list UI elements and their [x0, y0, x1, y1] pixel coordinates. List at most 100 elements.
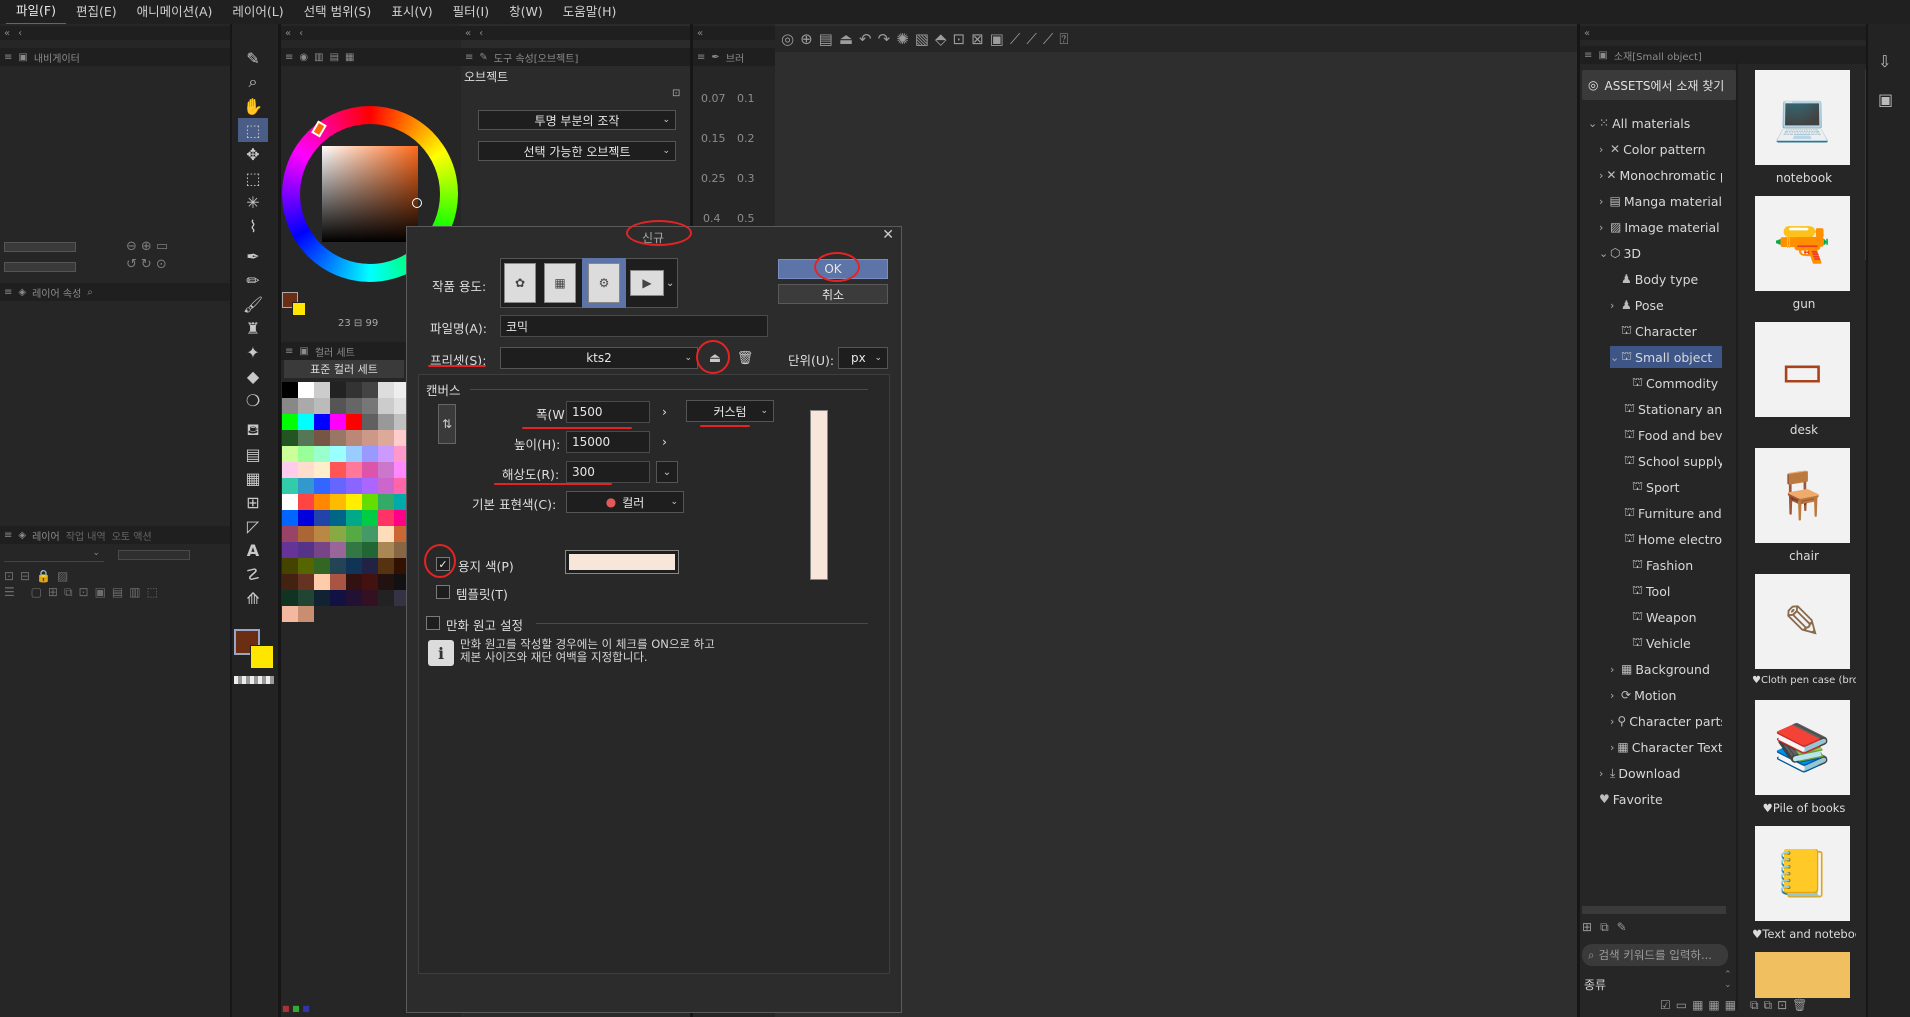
color-swatch[interactable] — [362, 590, 378, 606]
menu-lines-icon[interactable]: ≡ — [285, 52, 293, 63]
color-swatch[interactable] — [378, 446, 394, 462]
color-swatch[interactable] — [378, 462, 394, 478]
usage-animation-icon[interactable]: ▶ — [630, 270, 664, 296]
download-panel-icon[interactable]: ⇩ — [1878, 52, 1891, 71]
material-thumbnail[interactable]: 💻 — [1755, 70, 1850, 165]
resolution-input[interactable]: 300 — [566, 461, 650, 483]
tree-item[interactable]: ⌄ ⁙ All materials — [1588, 112, 1722, 134]
color-slider-tab-icon[interactable]: ▥ — [314, 52, 323, 63]
navigator-tab[interactable]: 내비게이터 — [34, 50, 80, 65]
color-swatch[interactable] — [282, 574, 298, 590]
color-swatch[interactable] — [346, 542, 362, 558]
collapse-icon[interactable]: « — [465, 28, 471, 39]
usage-webtoon-icon[interactable]: ⚙ — [582, 258, 626, 308]
text-tool-icon[interactable]: A — [238, 538, 268, 562]
color-swatch[interactable] — [346, 478, 362, 494]
brush-size-value[interactable]: 0.1 — [737, 92, 755, 105]
tree-item[interactable]: ⛫ Vehicle — [1621, 632, 1722, 654]
chevron-right-icon[interactable]: › — [1599, 169, 1603, 182]
color-swatch[interactable] — [362, 414, 378, 430]
tree-item[interactable]: ⛫ Character — [1610, 320, 1722, 342]
materials-tab[interactable]: 소재[Small object] — [1614, 48, 1702, 63]
color-swatch[interactable] — [282, 478, 298, 494]
color-swatch[interactable] — [362, 398, 378, 414]
color-swatch[interactable] — [378, 414, 394, 430]
paper-color-swatch[interactable] — [565, 550, 679, 574]
brush-size-value[interactable]: 0.15 — [701, 132, 726, 145]
lock-icon[interactable]: ⊡⊟🔒▨ — [4, 569, 74, 583]
color-swatch[interactable] — [362, 558, 378, 574]
color-swatch[interactable] — [282, 494, 298, 510]
color-swatch[interactable] — [378, 398, 394, 414]
preset-select[interactable]: kts2 ⌄ — [500, 347, 698, 369]
color-swatch[interactable] — [298, 414, 314, 430]
tree-item[interactable]: ⛫ Sport — [1621, 476, 1722, 498]
new-file-icon[interactable]: ⊕ — [800, 30, 813, 48]
tree-item[interactable]: › ▦ Character Textu — [1610, 736, 1722, 758]
color-swatch[interactable] — [362, 494, 378, 510]
color-swatch[interactable] — [362, 478, 378, 494]
reset-icon[interactable]: ⊙ — [156, 257, 171, 272]
color-swatch[interactable] — [330, 446, 346, 462]
selection-tool-icon[interactable]: ⬚ — [238, 166, 268, 190]
arrow-left-icon[interactable]: ‹ — [18, 28, 22, 39]
chevron-right-icon[interactable]: › — [1610, 663, 1618, 676]
tree-item[interactable]: ⌄ ⬡ 3D — [1599, 242, 1722, 264]
navigator-zoom-slider[interactable] — [4, 242, 76, 252]
brush-size-value[interactable]: 0.4 — [703, 212, 721, 225]
view-list-icon[interactable]: ☑▭▦▦▦ — [1660, 998, 1741, 1012]
fill-icon[interactable]: ⛾ — [238, 418, 268, 442]
color-swatch[interactable] — [314, 558, 330, 574]
redo-icon[interactable]: ↷ — [878, 30, 891, 48]
color-swatch[interactable] — [314, 590, 330, 606]
open-icon[interactable]: ▤ — [819, 30, 833, 48]
usage-comic-icon[interactable]: ▦ — [544, 263, 576, 303]
color-swatch[interactable] — [330, 414, 346, 430]
color-swatch[interactable] — [298, 382, 314, 398]
color-swatch[interactable] — [378, 382, 394, 398]
filename-input[interactable]: 코믹 — [500, 315, 768, 337]
layer-ops-icon[interactable]: ☰ ▢⊞⧉⊡▣▤▥⬚ — [4, 585, 164, 599]
brush-icon[interactable]: 🖌 — [238, 292, 268, 316]
chevron-right-icon[interactable]: › — [1610, 715, 1614, 728]
color-swatch[interactable] — [298, 430, 314, 446]
chevron-down-icon[interactable]: ⌄ — [666, 278, 674, 289]
color-set-tab[interactable]: 컬러 세트 — [315, 344, 355, 359]
hand-tool-icon[interactable]: ✋ — [238, 94, 268, 118]
saturation-value-square[interactable] — [322, 146, 418, 242]
invert-icon[interactable]: ▣ — [990, 30, 1004, 48]
custom-size-select[interactable]: 커스텀 ⌄ — [686, 400, 774, 422]
resolution-dropdown[interactable]: ⌄ — [656, 461, 678, 483]
color-swatch[interactable] — [298, 526, 314, 542]
figure-icon[interactable]: ▦ — [238, 466, 268, 490]
close-icon[interactable]: ✕ — [882, 227, 894, 243]
lock-icon[interactable]: ⊡ — [672, 88, 680, 99]
material-thumbnail[interactable]: 🪑 — [1755, 448, 1850, 543]
layer-tab[interactable]: 레이어 — [32, 528, 60, 543]
material-thumbnail[interactable]: 📚 — [1755, 700, 1850, 795]
color-swatch[interactable] — [346, 574, 362, 590]
decoration-icon[interactable]: ✦ — [238, 340, 268, 364]
color-swatch[interactable] — [346, 382, 362, 398]
tree-item[interactable]: › ▨ Image material — [1599, 216, 1722, 238]
material-thumbnail[interactable] — [1755, 952, 1850, 998]
color-swatch[interactable] — [314, 574, 330, 590]
menu-lines-icon[interactable]: ≡ — [697, 52, 705, 63]
color-swatch[interactable] — [314, 478, 330, 494]
correction-icon[interactable]: ⟰ — [238, 586, 268, 610]
zoom-tool-icon[interactable]: ⌕ — [238, 70, 268, 94]
color-swatch[interactable] — [298, 590, 314, 606]
color-swatch[interactable] — [282, 382, 298, 398]
color-swatch[interactable] — [330, 462, 346, 478]
color-swatch[interactable] — [298, 606, 314, 622]
menu-edit[interactable]: 편집(E) — [66, 0, 127, 24]
color-swatch[interactable] — [378, 590, 394, 606]
color-swatch[interactable] — [346, 494, 362, 510]
navigator-rotate-slider[interactable] — [4, 262, 76, 272]
swap-size-icon[interactable]: ⇅ — [438, 404, 456, 444]
color-swatch[interactable] — [330, 398, 346, 414]
tree-item[interactable]: › ▦ Background — [1610, 658, 1722, 680]
color-swatch[interactable] — [362, 382, 378, 398]
tree-item[interactable]: ›✕Monochromatic pa — [1599, 164, 1722, 186]
layer-property-tab[interactable]: 레이어 속성 — [32, 285, 81, 300]
